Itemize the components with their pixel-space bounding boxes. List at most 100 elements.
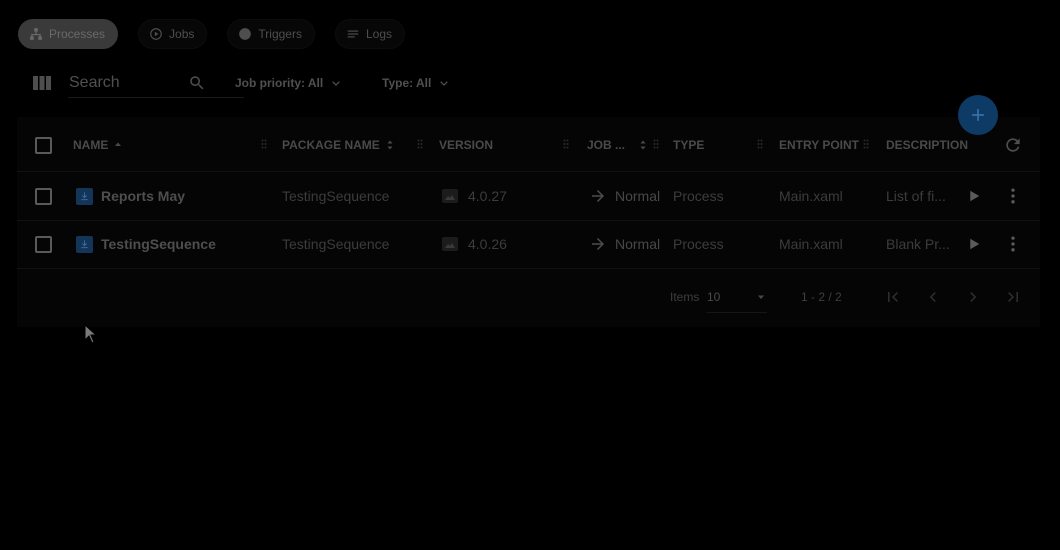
tab-jobs[interactable]: Jobs [138, 19, 208, 49]
first-page-icon [888, 292, 898, 302]
columns-icon [33, 76, 51, 90]
add-process-button[interactable] [958, 95, 998, 135]
column-header-package-name-label: PACKAGE NAME [282, 138, 380, 152]
column-header-type-label: TYPE [673, 138, 705, 152]
type-cell: Process [673, 236, 724, 252]
start-job-button[interactable] [965, 172, 983, 220]
column-header-package-name[interactable]: PACKAGE NAME [282, 119, 396, 171]
entry-point-cell: Main.xaml [779, 188, 843, 204]
column-header-version-label: VERSION [439, 138, 494, 152]
bolt-icon [239, 28, 252, 40]
refresh-icon [1006, 138, 1020, 152]
plus-icon [972, 109, 984, 121]
items-per-page-value: 10 [707, 290, 721, 304]
play-circle-icon [150, 28, 162, 40]
row-checkbox[interactable] [35, 172, 52, 220]
column-header-description[interactable]: DESCRIPTION [886, 119, 968, 171]
version-value: 4.0.26 [468, 236, 507, 252]
column-header-entry-point-label: ENTRY POINT [779, 138, 860, 152]
section-tabs: Processes Jobs Triggers Logs [18, 19, 405, 49]
process-name: Reports May [101, 188, 186, 204]
processes-table: NAME PACKAGE NAME VERSION JOB ... TYPE E… [17, 117, 1040, 327]
image-icon [442, 237, 458, 251]
job-priority-cell: Normal [589, 172, 660, 220]
job-priority-cell: Normal [589, 220, 660, 268]
column-resize-handle[interactable] [261, 139, 267, 149]
mouse-cursor-icon [84, 324, 98, 344]
column-resize-handle[interactable] [863, 139, 869, 149]
last-page-icon [1008, 292, 1018, 302]
column-header-type[interactable]: TYPE [673, 119, 704, 171]
tab-processes-label: Processes [49, 27, 106, 41]
entry-point-cell: Main.xaml [779, 236, 843, 252]
items-per-page-select[interactable]: 10 [707, 282, 767, 313]
chevron-left-icon [929, 292, 936, 302]
column-header-job-priority-label: JOB ... [587, 138, 626, 152]
process-name: TestingSequence [101, 236, 216, 252]
last-page-button[interactable] [1003, 282, 1023, 312]
process-name-cell[interactable]: Reports May [76, 172, 185, 220]
arrow-right-icon [592, 190, 604, 202]
job-priority-value: Normal [615, 188, 661, 204]
column-header-version[interactable]: VERSION [439, 119, 493, 171]
download-package-icon [76, 187, 93, 205]
more-vertical-icon [1011, 236, 1015, 252]
description-cell: Blank Pr... [886, 236, 950, 252]
search-icon [190, 76, 204, 90]
next-page-button[interactable] [963, 282, 983, 312]
sort-icon [387, 140, 393, 150]
job-priority-filter[interactable]: Job priority: All [235, 68, 343, 98]
process-name-cell[interactable]: TestingSequence [76, 220, 216, 268]
row-more-button[interactable] [1003, 220, 1023, 268]
column-resize-handle[interactable] [653, 139, 659, 149]
row-checkbox[interactable] [35, 220, 52, 268]
type-cell: Process [673, 188, 724, 204]
package-name-cell: TestingSequence [282, 188, 390, 204]
row-more-button[interactable] [1003, 172, 1023, 220]
type-filter-label: Type: All [382, 76, 432, 90]
pagination: Items 10 1 - 2 / 2 [17, 282, 1040, 313]
play-icon [970, 190, 980, 202]
sort-ascending-icon [115, 142, 122, 146]
column-resize-handle[interactable] [563, 139, 569, 149]
refresh-button[interactable] [1003, 119, 1023, 171]
chevron-right-icon [970, 292, 977, 302]
job-priority-filter-label: Job priority: All [235, 76, 324, 90]
column-header-description-label: DESCRIPTION [886, 138, 969, 152]
column-header-name[interactable]: NAME [73, 119, 124, 171]
description-cell: List of fi... [886, 188, 946, 204]
version-cell: 4.0.26 [442, 220, 507, 268]
column-header-entry-point[interactable]: ENTRY POINT [779, 119, 859, 171]
select-all-checkbox[interactable] [35, 119, 52, 171]
toolbar: Job priority: All Type: All [32, 68, 512, 98]
previous-page-button[interactable] [923, 282, 943, 312]
job-priority-value: Normal [615, 236, 661, 252]
table-row[interactable]: Reports May TestingSequence 4.0.27 Norma… [17, 172, 1040, 221]
list-icon [347, 30, 359, 38]
tab-logs[interactable]: Logs [334, 19, 405, 49]
tab-triggers-label: Triggers [258, 27, 302, 41]
tab-triggers[interactable]: Triggers [227, 19, 315, 49]
page-range: 1 - 2 / 2 [801, 290, 842, 304]
table-header: NAME PACKAGE NAME VERSION JOB ... TYPE E… [17, 119, 1040, 172]
search-input[interactable] [69, 74, 179, 92]
first-page-button[interactable] [883, 282, 903, 312]
version-value: 4.0.27 [468, 188, 507, 204]
items-label: Items [670, 290, 700, 304]
sort-icon [640, 140, 646, 150]
column-header-job-priority[interactable]: JOB ... [587, 119, 649, 171]
search-button[interactable] [188, 68, 206, 98]
type-filter[interactable]: Type: All [382, 68, 451, 98]
play-icon [970, 238, 980, 250]
search-box [69, 68, 179, 98]
sitemap-icon [30, 28, 42, 40]
dropdown-arrow-icon [758, 295, 764, 299]
tab-jobs-label: Jobs [169, 27, 195, 41]
more-vertical-icon [1011, 188, 1015, 204]
table-row[interactable]: TestingSequence TestingSequence 4.0.26 N… [17, 220, 1040, 269]
start-job-button[interactable] [965, 220, 983, 268]
column-chooser-button[interactable] [32, 68, 52, 98]
column-resize-handle[interactable] [417, 139, 423, 149]
tab-processes[interactable]: Processes [18, 19, 119, 49]
column-resize-handle[interactable] [757, 139, 763, 149]
